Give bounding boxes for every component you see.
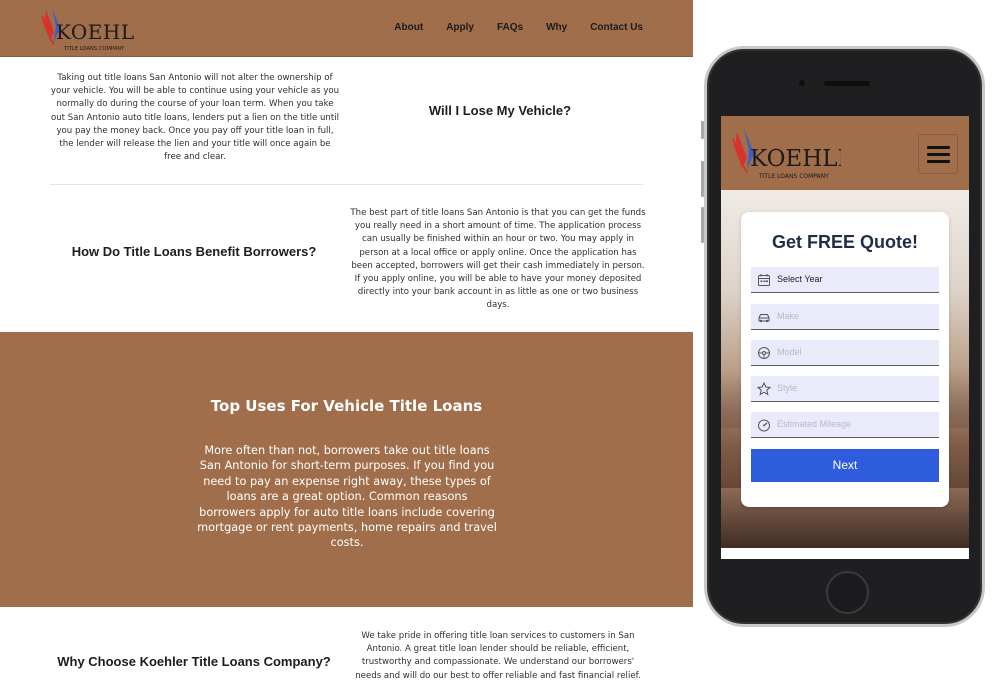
car-icon [757, 310, 771, 324]
model-field[interactable]: Model [751, 340, 939, 366]
phone-mockup: KOEHLER TITLE LOANS COMPANY Get FREE Quo… [701, 46, 985, 627]
logo-icon: KOEHLER TITLE LOANS COMPANY [41, 8, 135, 52]
top-uses-section: Top Uses For Vehicle Title Loans More of… [0, 332, 693, 607]
make-placeholder: Make [777, 311, 800, 321]
style-field[interactable]: Style [751, 376, 939, 402]
why-choose-heading: Why Choose Koehler Title Loans Company? [57, 654, 331, 669]
select-year-value: Select Year [777, 274, 823, 284]
speedometer-icon [757, 418, 771, 432]
top-uses-text: More often than not, borrowers take out … [197, 444, 497, 550]
phone-mute-switch [701, 121, 704, 139]
next-button[interactable]: Next [751, 449, 939, 482]
hero-bottom-strip [721, 548, 969, 559]
star-icon [757, 382, 771, 396]
site-logo[interactable]: KOEHLER TITLE LOANS COMPANY [40, 6, 135, 52]
hamburger-icon-line [927, 153, 950, 156]
hamburger-menu-button[interactable] [918, 134, 958, 174]
benefit-text: The best part of title loans San Antonio… [350, 208, 646, 311]
mobile-logo-wordmark: KOEHLER [750, 146, 841, 172]
quote-form-card: Get FREE Quote! Select Year Make Model S… [741, 212, 949, 507]
mobile-header: KOEHLER TITLE LOANS COMPANY [721, 116, 969, 190]
logo-icon: KOEHLER TITLE LOANS COMPANY [732, 129, 841, 180]
why-choose-text: We take pride in offering title loan ser… [355, 631, 641, 680]
calendar-icon [757, 273, 771, 287]
phone-screen: KOEHLER TITLE LOANS COMPANY Get FREE Quo… [721, 116, 969, 559]
site-header: KOEHLER TITLE LOANS COMPANY About Apply … [0, 0, 693, 57]
model-placeholder: Model [777, 347, 802, 357]
make-field[interactable]: Make [751, 304, 939, 330]
lose-vehicle-heading: Will I Lose My Vehicle? [428, 103, 572, 118]
select-year-field[interactable]: Select Year [751, 267, 939, 293]
style-placeholder: Style [777, 383, 798, 393]
steering-wheel-icon [757, 346, 771, 360]
lose-vehicle-text: Taking out title loans San Antonio will … [50, 73, 340, 163]
nav-faqs[interactable]: FAQs [497, 22, 523, 33]
desktop-site: KOEHLER TITLE LOANS COMPANY About Apply … [0, 0, 693, 680]
mobile-logo[interactable]: KOEHLER TITLE LOANS COMPANY [731, 126, 841, 182]
estimated-mileage-field[interactable]: Estimated Mileage [751, 412, 939, 438]
top-uses-heading: Top Uses For Vehicle Title Loans [210, 397, 483, 415]
nav-contact-us[interactable]: Contact Us [590, 22, 643, 33]
mobile-logo-subtext: TITLE LOANS COMPANY [758, 173, 829, 180]
quote-form-title: Get FREE Quote! [771, 232, 918, 252]
phone-volume-down [701, 207, 704, 243]
benefit-heading: How Do Title Loans Benefit Borrowers? [71, 244, 317, 259]
estimated-mileage-placeholder: Estimated Mileage [777, 419, 852, 429]
phone-home-button[interactable] [826, 571, 869, 614]
hamburger-icon-line [927, 160, 950, 163]
main-nav: About Apply FAQs Why Contact Us [371, 22, 643, 33]
phone-volume-up [701, 161, 704, 197]
hamburger-icon [927, 146, 950, 149]
nav-apply[interactable]: Apply [446, 22, 474, 33]
logo-wordmark: KOEHLER [56, 20, 135, 44]
nav-about[interactable]: About [394, 22, 423, 33]
phone-speaker [824, 81, 870, 86]
nav-why[interactable]: Why [546, 22, 567, 33]
logo-subtext: TITLE LOANS COMPANY [63, 46, 125, 52]
phone-camera [799, 80, 805, 86]
section-divider [50, 184, 643, 185]
